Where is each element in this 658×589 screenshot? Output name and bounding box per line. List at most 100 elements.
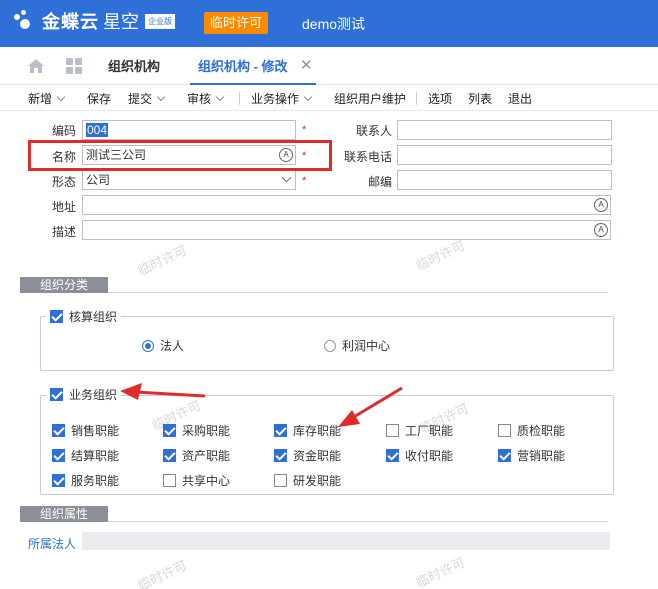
org-attr-section: 组织属性 <box>20 506 608 522</box>
code-value: 004 <box>86 123 109 137</box>
function-label: 营销职能 <box>517 449 566 463</box>
function-label: 资金职能 <box>293 449 342 463</box>
contact-input[interactable] <box>397 120 612 140</box>
legal-entity-radio[interactable]: 法人 <box>142 337 184 354</box>
function-checkbox-item[interactable]: 采购职能 <box>163 422 230 439</box>
section-title[interactable]: 组织属性 <box>20 506 108 522</box>
checkbox[interactable] <box>52 474 65 487</box>
exit-button[interactable]: 退出 <box>508 90 532 107</box>
function-checkbox-item[interactable]: 结算职能 <box>52 447 119 464</box>
function-label: 收付职能 <box>405 449 454 463</box>
tab-org[interactable]: 组织机构 <box>108 47 160 85</box>
function-checkbox-item[interactable]: 服务职能 <box>52 472 119 489</box>
function-checkbox-item[interactable]: 库存职能 <box>274 422 341 439</box>
multilang-icon[interactable]: A <box>594 223 608 237</box>
function-checkbox-item[interactable]: 工厂职能 <box>386 422 453 439</box>
chevron-down-icon[interactable] <box>56 92 66 102</box>
function-checkbox-item[interactable]: 销售职能 <box>52 422 119 439</box>
edition-badge: 企业版 <box>145 13 175 29</box>
checkbox[interactable] <box>498 424 511 437</box>
function-label: 采购职能 <box>182 424 231 438</box>
checkbox[interactable] <box>163 474 176 487</box>
radio-button[interactable] <box>142 339 154 352</box>
phone-label: 联系电话 <box>344 150 393 164</box>
watermark-text: 临时许可 <box>413 237 468 274</box>
business-org-checkbox[interactable] <box>50 388 63 401</box>
checkbox[interactable] <box>274 424 287 437</box>
watermark-text: 临时许可 <box>135 557 190 589</box>
code-label: 编码 <box>52 124 77 138</box>
function-checkbox-item[interactable]: 资产职能 <box>163 447 230 464</box>
list-button[interactable]: 列表 <box>468 90 492 107</box>
checkbox[interactable] <box>274 449 287 462</box>
checkbox[interactable] <box>163 424 176 437</box>
checkbox[interactable] <box>52 424 65 437</box>
code-input[interactable]: 004 <box>82 120 296 140</box>
function-label: 销售职能 <box>71 424 120 438</box>
required-mark: * <box>302 124 307 136</box>
checkbox[interactable] <box>274 474 287 487</box>
legal-entity-label[interactable]: 所属法人 <box>28 535 76 552</box>
legal-entity-input <box>82 532 610 550</box>
function-label: 结算职能 <box>71 449 120 463</box>
radio-label: 利润中心 <box>342 339 391 353</box>
required-mark: * <box>302 175 307 187</box>
function-checkbox-item[interactable]: 质检职能 <box>498 422 565 439</box>
function-checkbox-item[interactable]: 营销职能 <box>498 447 565 464</box>
function-label: 资产职能 <box>182 449 231 463</box>
logo-dots-icon <box>12 8 38 34</box>
home-icon[interactable] <box>27 58 45 74</box>
audit-button[interactable]: 审核 <box>187 90 225 107</box>
form-type-select[interactable]: 公司 <box>82 170 296 190</box>
radio-button[interactable] <box>324 339 336 352</box>
function-checkbox-item[interactable]: 研发职能 <box>274 472 341 489</box>
section-title[interactable]: 组织分类 <box>20 277 108 293</box>
chevron-down-icon[interactable] <box>215 92 225 102</box>
accounting-org-checkbox[interactable] <box>50 310 63 323</box>
submit-button[interactable]: 提交 <box>128 90 166 107</box>
function-label: 服务职能 <box>71 474 120 488</box>
watermark-text: 临时许可 <box>413 554 468 589</box>
tenant-name[interactable]: demo测试 <box>302 14 365 34</box>
chevron-down-icon[interactable] <box>156 92 166 102</box>
tab-org-edit[interactable]: 组织机构 - 修改 <box>190 47 315 85</box>
radio-label: 法人 <box>160 339 185 353</box>
function-checkbox-item[interactable]: 收付职能 <box>386 447 453 464</box>
postcode-label: 邮编 <box>368 175 393 189</box>
chevron-down-icon[interactable] <box>303 92 313 102</box>
accounting-org-label: 核算组织 <box>69 310 118 324</box>
phone-input[interactable] <box>397 145 612 165</box>
business-org-title[interactable]: 业务组织 <box>46 386 122 403</box>
address-input[interactable] <box>82 195 611 215</box>
tab-bar: 组织机构 组织机构 - 修改 ✕ <box>0 47 658 85</box>
apps-grid-icon[interactable] <box>66 58 82 74</box>
license-button[interactable]: 临时许可 <box>204 12 269 34</box>
business-ops-button[interactable]: 业务操作 <box>251 90 313 107</box>
function-label: 研发职能 <box>293 474 342 488</box>
brand-sub: 星空 <box>103 12 139 32</box>
new-button[interactable]: 新增 <box>28 90 66 107</box>
options-button[interactable]: 选项 <box>428 90 452 107</box>
function-checkbox-item[interactable]: 资金职能 <box>274 447 341 464</box>
checkbox[interactable] <box>386 424 399 437</box>
checkbox[interactable] <box>386 449 399 462</box>
form-type-label: 形态 <box>52 175 77 189</box>
accounting-org-title[interactable]: 核算组织 <box>46 308 122 325</box>
business-org-label: 业务组织 <box>69 388 118 402</box>
checkbox[interactable] <box>163 449 176 462</box>
postcode-input[interactable] <box>397 170 612 190</box>
close-tab-icon[interactable]: ✕ <box>300 58 313 74</box>
form-type-value: 公司 <box>86 173 111 187</box>
top-bar: 金蝶云 星空 企业版 临时许可 demo测试 <box>0 0 658 47</box>
brand-name: 金蝶云 <box>42 12 99 32</box>
watermark-text: 临时许可 <box>135 242 190 279</box>
profit-center-radio[interactable]: 利润中心 <box>324 337 390 354</box>
org-user-button[interactable]: 组织用户维护 <box>334 90 406 107</box>
checkbox[interactable] <box>52 449 65 462</box>
function-checkbox-item[interactable]: 共享中心 <box>163 472 230 489</box>
multilang-icon[interactable]: A <box>594 198 608 212</box>
desc-label: 描述 <box>52 225 77 239</box>
desc-input[interactable] <box>82 220 611 240</box>
save-button[interactable]: 保存 <box>87 90 111 107</box>
checkbox[interactable] <box>498 449 511 462</box>
